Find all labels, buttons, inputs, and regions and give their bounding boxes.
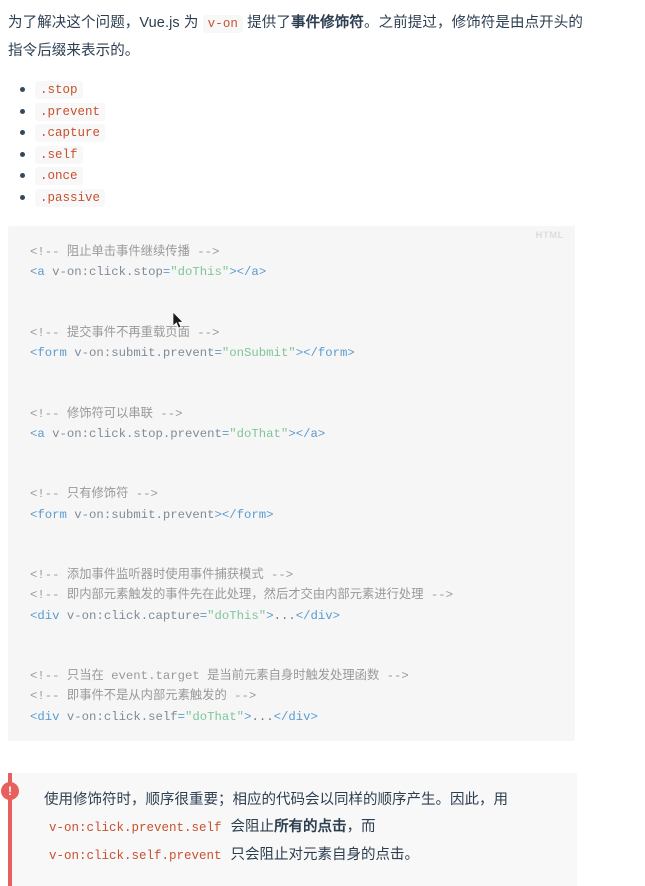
code-token-tag: ></form>: [295, 346, 355, 361]
tip-text-part4: 只会阻止对元素自身的点击。: [226, 846, 420, 863]
tip-text-part3: ，而: [346, 818, 376, 835]
warning-tip-text: 使用修饰符时，顺序很重要；相应的代码会以同样的顺序产生。因此，用 v-on:cl…: [44, 787, 559, 870]
inline-code-modifier: .stop: [35, 81, 83, 99]
inline-code-modifier: .once: [35, 167, 83, 185]
code-token-plain: ...: [251, 709, 274, 724]
code-token-tag: <div: [30, 709, 60, 724]
intro-paragraph: 为了解决这个问题，Vue.js 为 v-on 提供了事件修饰符。之前提过，修饰符…: [0, 0, 645, 65]
code-line: <form v-on:submit.prevent></form>: [30, 508, 274, 522]
code-token-tag: </div>: [295, 608, 340, 623]
bullet-icon: [20, 108, 25, 114]
code-token-comment: <!-- 提交事件不再重载页面 -->: [30, 325, 220, 340]
code-token-tag: <form: [30, 346, 67, 361]
code-line: <div v-on:click.self="doThat">...</div>: [30, 710, 318, 724]
code-token-attr: v-on:click.capture: [66, 608, 200, 623]
modifier-list-item: .stop: [20, 79, 645, 101]
bullet-icon: [20, 151, 25, 157]
tip-text-part1: 使用修饰符时，顺序很重要；相应的代码会以同样的顺序产生。因此，用: [44, 791, 508, 808]
code-line: <div v-on:click.capture="doThis">...</di…: [30, 609, 340, 623]
code-block-content[interactable]: <!-- 阻止单击事件继续传播 --> <a v-on:click.stop="…: [8, 242, 575, 727]
code-token-comment: <!-- 修饰符可以串联 -->: [30, 406, 183, 421]
code-token-tag: ></a>: [229, 265, 267, 280]
code-token-str: "onSubmit": [221, 346, 296, 361]
modifier-list: .stop .prevent .capture .self .once .passive: [0, 79, 645, 208]
inline-code-self-prevent: v-on:click.self.prevent: [44, 846, 227, 865]
code-token-punc: =: [214, 346, 222, 361]
modifier-list-item: .capture: [20, 122, 645, 144]
code-token-str: "doThat": [185, 709, 245, 724]
code-token-plain: ...: [273, 608, 296, 623]
documentation-page: 为了解决这个问题，Vue.js 为 v-on 提供了事件修饰符。之前提过，修饰符…: [0, 0, 645, 886]
modifier-list-item: .prevent: [20, 101, 645, 123]
inline-code-modifier: .prevent: [35, 102, 106, 121]
code-token-tag: </div>: [273, 709, 318, 724]
code-token-comment: <!-- 即内部元素触发的事件先在此处理，然后才交由内部元素进行处理 -->: [30, 588, 454, 603]
code-token-punc: =: [177, 709, 186, 724]
bullet-icon: [20, 87, 25, 92]
code-token-comment: <!-- 阻止单击事件继续传播 -->: [30, 245, 220, 259]
inline-code-modifier: .capture: [35, 124, 106, 142]
inline-code-prevent-self: v-on:click.prevent.self: [44, 818, 227, 837]
code-line: <!-- 即内部元素触发的事件先在此处理，然后才交由内部元素进行处理 -->: [30, 588, 453, 602]
inline-code-v-on: v-on: [202, 15, 244, 33]
code-token-tag: >: [266, 608, 274, 623]
code-token-tag: ></form>: [214, 507, 274, 522]
code-token-str: "doThis": [207, 608, 267, 623]
code-line: <!-- 阻止单击事件继续传播 -->: [30, 245, 219, 259]
tip-text-part2: 会阻止: [226, 818, 275, 835]
bullet-icon: [20, 194, 25, 200]
code-token-attr: v-on:click.self: [66, 709, 178, 724]
code-line: <!-- 添加事件监听器时使用事件捕获模式 -->: [30, 568, 293, 582]
code-line: <!-- 即事件不是从内部元素触发的 -->: [30, 689, 256, 703]
code-block: HTML <!-- 阻止单击事件继续传播 --> <a v-on:click.s…: [8, 226, 575, 741]
code-language-label: HTML: [535, 230, 564, 241]
intro-bold-term: 事件修饰符: [290, 15, 364, 31]
intro-text-part1: 为了解决这个问题，Vue.js 为: [8, 15, 203, 31]
inline-code-modifier: .passive: [35, 188, 106, 207]
code-token-comment: <!-- 即事件不是从内部元素触发的 -->: [30, 689, 257, 704]
code-token-tag: <a: [30, 265, 45, 280]
bullet-icon: [20, 130, 25, 135]
bullet-icon: [20, 173, 25, 178]
code-line: <!-- 修饰符可以串联 -->: [30, 407, 183, 421]
code-token-attr: v-on:submit.prevent: [74, 507, 215, 522]
code-token-comment: <!-- 只当在 event.target 是当前元素自身时触发处理函数 -->: [30, 669, 409, 684]
code-token-attr: v-on:click.stop.prevent: [52, 426, 222, 441]
code-token-tag: ></a>: [288, 426, 326, 441]
code-line: <a v-on:click.stop.prevent="doThat"></a>: [30, 427, 325, 441]
modifier-list-item: .passive: [20, 187, 645, 209]
code-line: <!-- 只有修饰符 -->: [30, 487, 158, 501]
code-token-str: "doThis": [170, 265, 230, 280]
code-token-tag: <div: [30, 608, 60, 623]
code-token-str: "doThat": [229, 426, 289, 441]
warning-tip-box: ! 使用修饰符时，顺序很重要；相应的代码会以同样的顺序产生。因此，用 v-on:…: [1, 772, 577, 886]
modifier-list-item: .self: [20, 144, 645, 166]
code-token-attr: v-on:click.stop: [52, 265, 163, 280]
tip-bold-all-clicks: 所有的点击: [274, 818, 347, 835]
code-line: <form v-on:submit.prevent="onSubmit"></f…: [30, 346, 355, 360]
inline-code-modifier: .self: [35, 145, 83, 164]
code-line: <a v-on:click.stop="doThis"></a>: [30, 265, 266, 279]
code-token-tag: <form: [30, 507, 67, 522]
modifier-list-item: .once: [20, 165, 645, 187]
code-token-attr: v-on:submit.prevent: [74, 346, 215, 361]
code-token-comment: <!-- 添加事件监听器时使用事件捕获模式 -->: [30, 568, 294, 583]
code-token-comment: <!-- 只有修饰符 -->: [30, 487, 158, 502]
code-line: <!-- 只当在 event.target 是当前元素自身时触发处理函数 -->: [30, 669, 409, 683]
warning-icon: !: [1, 781, 19, 800]
code-token-tag: <a: [30, 426, 45, 441]
code-line: <!-- 提交事件不再重载页面 -->: [30, 326, 219, 340]
intro-text-part2: 提供了: [243, 15, 291, 31]
